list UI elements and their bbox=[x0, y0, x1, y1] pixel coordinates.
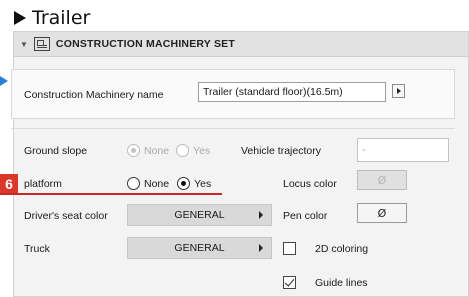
name-browse-arrow-button[interactable] bbox=[392, 84, 405, 98]
platform-yes-label: Yes bbox=[194, 177, 212, 190]
panel-header[interactable]: ▼ CONSTRUCTION MACHINERY SET bbox=[14, 32, 468, 57]
platform-label: platform bbox=[24, 178, 62, 190]
drivers-seat-color-value: GENERAL bbox=[174, 209, 225, 221]
locus-color-button[interactable]: Ø bbox=[357, 170, 407, 190]
top-title: Trailer bbox=[14, 7, 90, 29]
ground-slope-yes-radio[interactable] bbox=[176, 144, 190, 157]
drivers-seat-color-label: Driver's seat color bbox=[24, 210, 108, 222]
pen-color-empty-icon: Ø bbox=[377, 206, 387, 220]
platform-none-radio[interactable] bbox=[127, 177, 140, 190]
panel-header-label: CONSTRUCTION MACHINERY SET bbox=[55, 38, 235, 50]
vehicle-trajectory-value: - bbox=[362, 144, 366, 156]
dropdown-arrow-icon bbox=[259, 244, 263, 252]
truck-dropdown[interactable]: GENERAL bbox=[127, 237, 272, 259]
truck-value: GENERAL bbox=[174, 242, 225, 254]
truck-label: Truck bbox=[24, 243, 50, 255]
ground-slope-none-radio[interactable] bbox=[127, 144, 140, 157]
construction-set-icon bbox=[33, 37, 50, 51]
pointer-arrow-icon bbox=[0, 76, 8, 86]
pen-color-label: Pen color bbox=[283, 210, 328, 222]
platform-yes-radio[interactable] bbox=[177, 177, 191, 190]
ground-slope-none-label: None bbox=[144, 144, 170, 157]
2d-coloring-label: 2D coloring bbox=[315, 243, 369, 255]
top-title-text: Trailer bbox=[32, 7, 91, 29]
collapse-triangle-icon[interactable]: ▼ bbox=[20, 40, 28, 49]
step-badge: 6 bbox=[0, 174, 18, 193]
2d-coloring-checkbox[interactable] bbox=[283, 242, 296, 255]
ground-slope-label: Ground slope bbox=[24, 145, 88, 157]
vehicle-trajectory-label: Vehicle trajectory bbox=[241, 145, 321, 157]
locus-color-label: Locus color bbox=[283, 178, 337, 190]
dropdown-arrow-icon bbox=[259, 211, 263, 219]
ground-slope-yes-label: Yes bbox=[193, 144, 211, 157]
play-triangle-icon bbox=[14, 11, 26, 25]
construction-machinery-name-label: Construction Machinery name bbox=[24, 89, 164, 101]
platform-none-label: None bbox=[144, 177, 170, 190]
ground-slope-radio-group: None Yes bbox=[127, 144, 210, 157]
highlight-underline bbox=[0, 193, 222, 195]
pen-color-button[interactable]: Ø bbox=[357, 203, 407, 223]
platform-radio-group: None Yes bbox=[127, 177, 211, 190]
drivers-seat-color-dropdown[interactable]: GENERAL bbox=[127, 204, 272, 226]
locus-color-empty-icon: Ø bbox=[377, 173, 387, 187]
section-divider bbox=[11, 128, 455, 129]
guide-lines-label: Guide lines bbox=[315, 277, 368, 289]
guide-lines-checkbox[interactable] bbox=[283, 276, 296, 289]
construction-machinery-name-value: Trailer (standard floor)(16.5m) bbox=[203, 86, 343, 98]
vehicle-trajectory-field[interactable]: - bbox=[357, 138, 449, 162]
construction-machinery-name-field[interactable]: Trailer (standard floor)(16.5m) bbox=[198, 82, 386, 102]
